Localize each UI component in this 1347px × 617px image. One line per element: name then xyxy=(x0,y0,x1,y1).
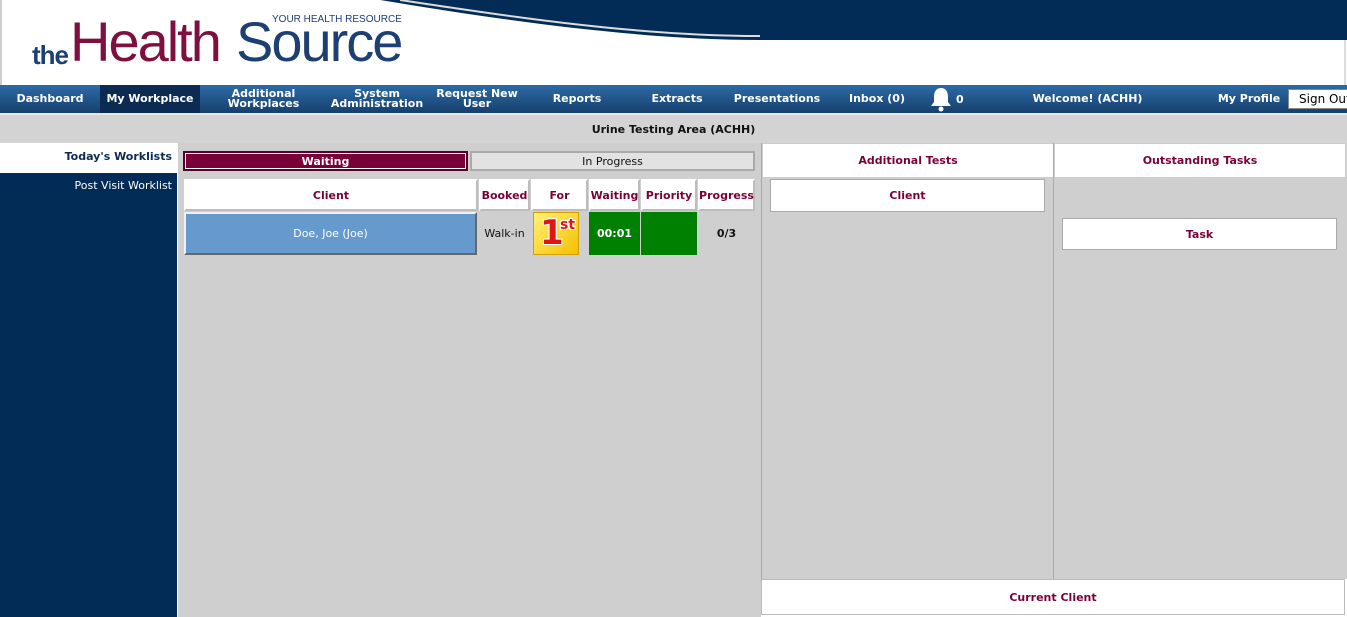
outstanding-tasks-panel: Outstanding Tasks Task xyxy=(1053,143,1347,579)
welcome-text: Welcome! (ACHH) xyxy=(1032,92,1143,105)
column-header-for[interactable]: For xyxy=(531,179,588,211)
nav-dashboard[interactable]: Dashboard xyxy=(0,85,100,113)
nav-extracts[interactable]: Extracts xyxy=(635,85,719,113)
logo-tagline: YOUR HEALTH RESOURCE xyxy=(272,14,402,25)
priority-cell xyxy=(641,212,697,255)
healthsource-logo[interactable]: the Health Source YOUR HEALTH RESOURCE xyxy=(30,10,410,80)
nav-request-new-user[interactable]: Request New User xyxy=(424,85,530,113)
additional-tests-client-header[interactable]: Client xyxy=(770,179,1045,212)
nav-system-administration[interactable]: System Administration xyxy=(330,85,424,113)
tab-in-progress[interactable]: In Progress xyxy=(470,151,755,171)
column-header-priority[interactable]: Priority xyxy=(641,179,697,211)
nav-my-profile[interactable]: My Profile xyxy=(1210,85,1288,113)
sidebar-item-todays-worklists[interactable]: Today's Worklists xyxy=(0,143,177,173)
outstanding-tasks-task-header[interactable]: Task xyxy=(1062,218,1337,250)
sidebar: Today's Worklists Post Visit Worklist xyxy=(0,143,177,617)
nav-presentations[interactable]: Presentations xyxy=(730,85,824,113)
notification-count: 0 xyxy=(956,92,964,106)
header-banner: the Health Source YOUR HEALTH RESOURCE xyxy=(0,0,1347,85)
for-cell: 1 st xyxy=(531,212,581,255)
column-header-booked[interactable]: Booked xyxy=(479,179,530,211)
sidebar-item-post-visit-worklist[interactable]: Post Visit Worklist xyxy=(0,179,177,197)
additional-tests-title: Additional Tests xyxy=(762,143,1054,178)
outstanding-tasks-title: Outstanding Tasks xyxy=(1054,143,1346,178)
bell-icon xyxy=(931,88,951,112)
column-header-waiting[interactable]: Waiting xyxy=(589,179,640,211)
nav-inbox[interactable]: Inbox (0) xyxy=(840,85,914,113)
waiting-time-cell: 00:01 xyxy=(589,212,640,255)
client-cell[interactable]: Doe, Joe (Joe) xyxy=(184,212,477,255)
column-header-progress[interactable]: Progress xyxy=(698,179,755,211)
first-badge-suffix: st xyxy=(560,217,576,233)
additional-tests-panel: Additional Tests Client xyxy=(761,143,1054,579)
notifications-button[interactable]: 0 xyxy=(928,85,966,113)
booked-cell: Walk-in xyxy=(479,212,530,255)
main-navigation: Dashboard My Workplace Additional Workpl… xyxy=(0,85,1347,113)
sign-out-button[interactable]: Sign Out xyxy=(1288,89,1347,109)
logo-health: Health xyxy=(70,10,222,73)
column-header-client[interactable]: Client xyxy=(184,179,478,211)
nav-my-workplace[interactable]: My Workplace xyxy=(100,85,200,113)
area-title: Urine Testing Area (ACHH) xyxy=(0,113,1347,143)
nav-additional-workplaces[interactable]: Additional Workplaces xyxy=(200,85,327,113)
progress-cell: 0/3 xyxy=(698,212,755,255)
logo-the: the xyxy=(32,40,69,70)
nav-reports[interactable]: Reports xyxy=(535,85,619,113)
worklist-panel: Waiting In Progress Client Booked For Wa… xyxy=(178,143,761,617)
current-client-panel: Current Client xyxy=(761,579,1345,615)
first-badge-icon: 1 st xyxy=(533,212,579,255)
tab-waiting[interactable]: Waiting xyxy=(183,151,468,171)
